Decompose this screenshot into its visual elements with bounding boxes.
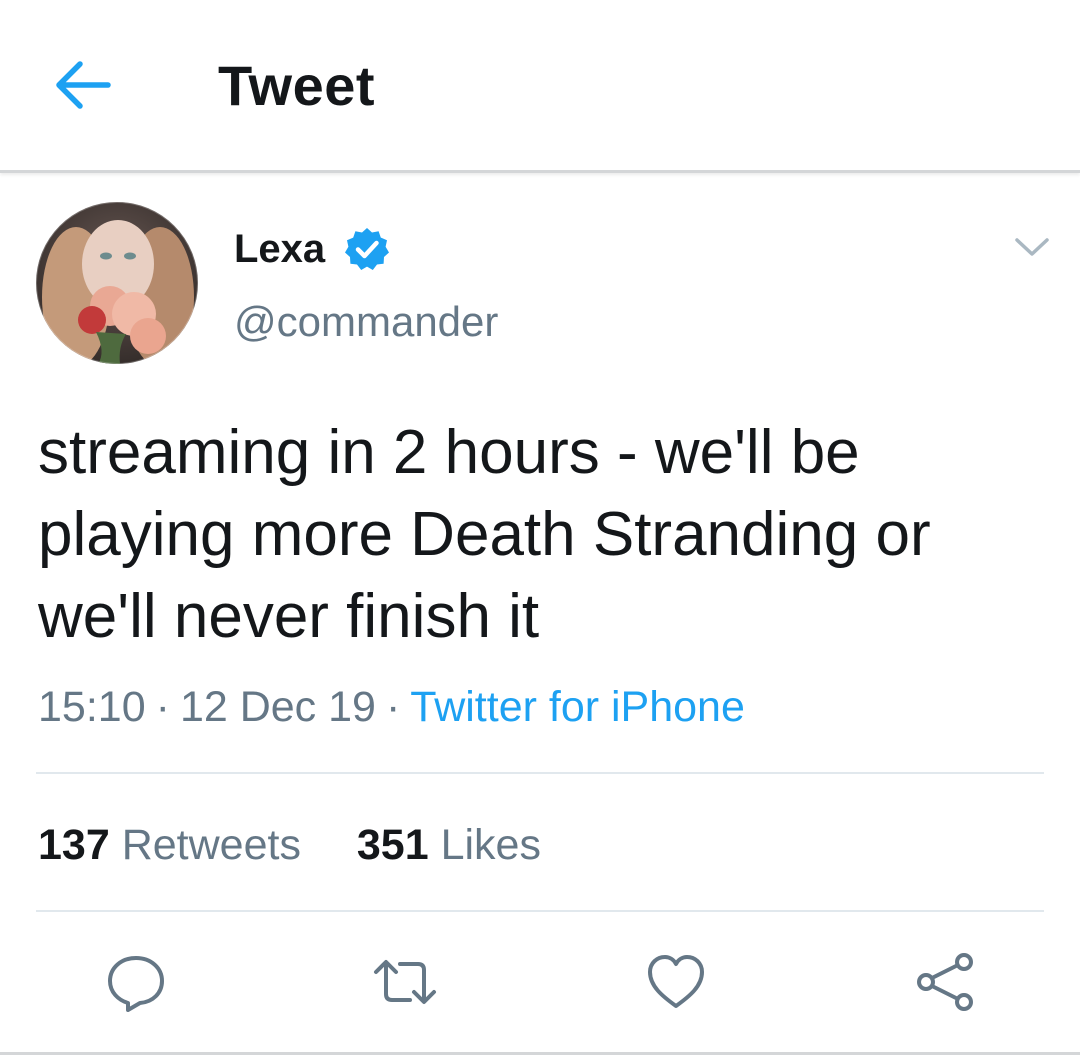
bottom-divider xyxy=(0,1052,1080,1055)
likes-stat[interactable]: 351 Likes xyxy=(357,821,541,869)
author-handle[interactable]: @commander xyxy=(234,296,498,348)
tweet-text: streaming in 2 hours - we'll be playing … xyxy=(38,418,931,651)
page-title: Tweet xyxy=(218,54,376,117)
top-app-bar: Tweet xyxy=(0,0,1080,173)
meta-separator: · xyxy=(155,683,170,731)
author-display-name[interactable]: Lexa xyxy=(234,224,325,274)
reply-button[interactable] xyxy=(104,950,168,1014)
chevron-down-icon xyxy=(1015,238,1049,256)
likes-label: Likes xyxy=(440,821,541,869)
likes-count: 351 xyxy=(356,821,429,869)
tweet-source-link[interactable]: Twitter for iPhone xyxy=(410,683,745,731)
tweet-time: 15:10 xyxy=(38,683,146,731)
avatar[interactable] xyxy=(36,202,198,364)
like-button[interactable] xyxy=(644,950,708,1014)
like-heart-icon xyxy=(648,955,704,1008)
divider xyxy=(36,910,1044,912)
retweets-stat[interactable]: 137 Retweets xyxy=(38,821,301,869)
verified-badge-icon xyxy=(344,226,390,272)
avatar-photo xyxy=(36,202,198,364)
divider xyxy=(36,772,1044,774)
tweet-date: 12 Dec 19 xyxy=(179,683,376,731)
retweet-button[interactable] xyxy=(370,950,436,1014)
share-icon xyxy=(917,953,973,1011)
retweets-label: Retweets xyxy=(121,821,301,869)
tweet-stats: 137 Retweets 351 Likes xyxy=(38,818,541,872)
back-button[interactable] xyxy=(52,58,114,112)
arrow-left-icon xyxy=(56,61,111,109)
reply-icon xyxy=(108,956,164,1012)
retweet-icon xyxy=(374,960,436,1004)
tweet-meta: 15:10 · 12 Dec 19 · Twitter for iPhone xyxy=(38,680,745,734)
retweets-count: 137 xyxy=(38,821,110,869)
share-button[interactable] xyxy=(914,950,978,1014)
meta-separator: · xyxy=(385,683,401,731)
tweet-menu-button[interactable] xyxy=(1012,232,1052,262)
